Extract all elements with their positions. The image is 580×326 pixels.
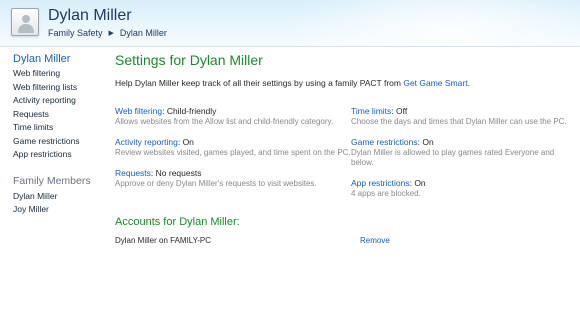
remove-account-link[interactable]: Remove	[360, 236, 390, 245]
activity-reporting-desc: Review websites visited, games played, a…	[115, 148, 351, 157]
setting-line: Time limits: Off	[351, 106, 575, 116]
time-limits-value: : Off	[391, 106, 408, 116]
time-limits-link[interactable]: Time limits	[351, 106, 391, 116]
sidebar-item-activity-reporting[interactable]: Activity reporting	[13, 94, 101, 108]
family-member-joy-miller[interactable]: Joy Miller	[13, 203, 101, 217]
setting-line: Web filtering: Child-friendly	[115, 106, 351, 116]
setting-game-restrictions: Game restrictions: On Dylan Miller is al…	[351, 137, 575, 168]
setting-line: Activity reporting: On	[115, 137, 351, 147]
user-avatar	[11, 8, 39, 36]
sidebar-item-requests[interactable]: Requests	[13, 108, 101, 122]
sidebar-active-user[interactable]: Dylan Miller	[13, 53, 101, 65]
breadcrumb: Family Safety ▶ Dylan Miller	[48, 28, 167, 38]
sidebar-item-app-restrictions[interactable]: App restrictions	[13, 148, 101, 162]
setting-line: Game restrictions: On	[351, 137, 575, 147]
web-filtering-link[interactable]: Web filtering	[115, 106, 162, 116]
get-game-smart-link[interactable]: Get Game Smart	[403, 78, 467, 88]
page-user-title: Dylan Miller	[48, 7, 132, 24]
app-restrictions-link[interactable]: App restrictions	[351, 178, 410, 188]
setting-requests: Requests: No requests Approve or deny Dy…	[115, 168, 351, 189]
sidebar-item-web-filtering[interactable]: Web filtering	[13, 67, 101, 81]
breadcrumb-current-user: Dylan Miller	[119, 28, 167, 38]
header-wave-decoration	[280, 0, 580, 46]
game-restrictions-link[interactable]: Game restrictions	[351, 137, 418, 147]
requests-value: : No requests	[150, 168, 202, 178]
user-silhouette-icon	[18, 15, 34, 33]
app-restrictions-desc: 4 apps are blocked.	[351, 189, 421, 198]
setting-line: App restrictions: On	[351, 178, 575, 188]
main-content: Settings for Dylan Miller Help Dylan Mil…	[115, 52, 575, 245]
family-member-dylan-miller[interactable]: Dylan Miller	[13, 190, 101, 204]
account-row: Dylan Miller on FAMILY-PC Remove	[115, 236, 575, 245]
intro-text: Help Dylan Miller keep track of all thei…	[115, 78, 575, 88]
activity-reporting-link[interactable]: Activity reporting	[115, 137, 178, 147]
settings-title: Settings for Dylan Miller	[115, 52, 263, 68]
header-divider	[0, 46, 580, 47]
requests-desc: Approve or deny Dylan Miller's requests …	[115, 179, 317, 188]
time-limits-desc: Choose the days and times that Dylan Mil…	[351, 117, 567, 126]
setting-app-restrictions: App restrictions: On 4 apps are blocked.	[351, 178, 575, 199]
setting-time-limits: Time limits: Off Choose the days and tim…	[351, 106, 575, 127]
sidebar-item-web-filtering-lists[interactable]: Web filtering lists	[13, 81, 101, 95]
breadcrumb-family-safety[interactable]: Family Safety	[48, 28, 103, 38]
accounts-heading: Accounts for Dylan Miller:	[115, 216, 240, 228]
breadcrumb-arrow-icon: ▶	[108, 30, 114, 37]
header-bar: Dylan Miller Family Safety ▶ Dylan Mille…	[0, 0, 580, 46]
web-filtering-desc: Allows websites from the Allow list and …	[115, 117, 334, 126]
requests-link[interactable]: Requests	[115, 168, 151, 178]
settings-columns: Web filtering: Child-friendly Allows web…	[115, 106, 575, 209]
activity-reporting-value: : On	[177, 137, 194, 147]
intro-body: Help Dylan Miller keep track of all thei…	[115, 78, 404, 88]
sidebar: Dylan Miller Web filtering Web filtering…	[13, 53, 101, 217]
game-restrictions-desc: Dylan Miller is allowed to play games ra…	[351, 148, 555, 167]
settings-left-column: Web filtering: Child-friendly Allows web…	[115, 106, 351, 209]
setting-line: Requests: No requests	[115, 168, 351, 178]
app-restrictions-value: : On	[409, 178, 426, 188]
sidebar-item-time-limits[interactable]: Time limits	[13, 121, 101, 135]
family-members-heading: Family Members	[13, 174, 91, 187]
game-restrictions-value: : On	[417, 137, 434, 147]
settings-right-column: Time limits: Off Choose the days and tim…	[351, 106, 575, 209]
setting-activity-reporting: Activity reporting: On Review websites v…	[115, 137, 351, 158]
web-filtering-value: : Child-friendly	[162, 106, 217, 116]
intro-end: .	[467, 78, 470, 88]
setting-web-filtering: Web filtering: Child-friendly Allows web…	[115, 106, 351, 127]
account-name: Dylan Miller on FAMILY-PC	[115, 236, 212, 245]
sidebar-item-game-restrictions[interactable]: Game restrictions	[13, 135, 101, 149]
